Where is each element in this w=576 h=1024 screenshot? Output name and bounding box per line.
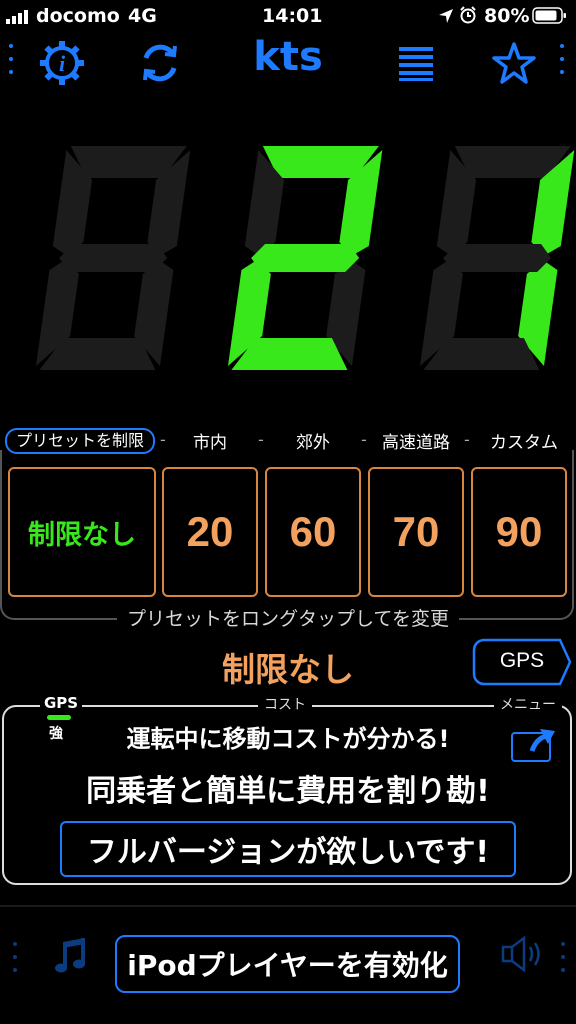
unit-title[interactable]: kts (238, 34, 338, 80)
preset-button-no-limit[interactable]: 制限なし (8, 467, 156, 597)
bottom-right-dots-icon[interactable] (560, 942, 566, 978)
speaker-icon[interactable] (500, 934, 546, 978)
right-menu-dots-icon[interactable] (559, 44, 565, 80)
network-type: 4G (128, 5, 157, 27)
speed-segment-g (443, 244, 552, 272)
cost-label: コスト (258, 694, 312, 714)
signal-icon (6, 7, 36, 29)
gps-button[interactable]: GPS (472, 638, 572, 686)
speed-display (35, 146, 575, 370)
speed-segment-g (251, 244, 360, 272)
separator: - (258, 430, 264, 449)
cost-promo-line2: 同乗者と簡単に費用を割り勘! (86, 774, 490, 809)
separator: - (361, 430, 367, 449)
gps-button-label: GPS (499, 649, 545, 672)
battery-percent: 80% (484, 5, 530, 27)
status-bar: docomo 4G 14:01 80% (0, 0, 576, 32)
left-menu-dots-icon[interactable] (8, 44, 14, 80)
preset-value: 20 (186, 508, 234, 555)
speed-digit (35, 146, 191, 370)
preset-value: 90 (495, 508, 543, 555)
svg-text:i: i (59, 51, 66, 76)
current-limit: 制限なし (222, 650, 354, 689)
preset-hint-text: プリセットをロングタップしてを変更 (116, 608, 460, 630)
preset-hint: プリセットをロングタップしてを変更 (0, 604, 576, 631)
full-version-button[interactable]: フルバージョンが欲しいです! (60, 821, 516, 877)
preset-value: 60 (289, 508, 337, 555)
preset-button-suburb[interactable]: 60 (265, 467, 361, 597)
bottom-left-dots-icon[interactable] (12, 942, 18, 978)
preset-button-city[interactable]: 20 (162, 467, 258, 597)
speed-segment-g (59, 244, 168, 272)
preset-value: 制限なし (28, 519, 136, 551)
battery-icon (532, 7, 568, 29)
music-note-icon[interactable] (54, 936, 88, 980)
menu-label: メニュー (494, 694, 562, 714)
refresh-icon[interactable] (132, 38, 188, 88)
gps-status-label: GPS (40, 694, 83, 712)
preset-button-custom[interactable]: 90 (471, 467, 567, 597)
ipod-player-button[interactable]: iPodプレイヤーを有効化 (115, 935, 460, 993)
cost-promo-line1: 運転中に移動コストが分かる! (126, 725, 450, 753)
speed-digit (419, 146, 575, 370)
alarm-icon (459, 6, 477, 29)
carrier-name: docomo (36, 5, 120, 27)
gear-info-icon[interactable]: i (34, 38, 90, 88)
preset-button-highway[interactable]: 70 (368, 467, 464, 597)
star-icon[interactable] (486, 38, 542, 88)
location-icon (438, 7, 454, 29)
clock: 14:01 (262, 5, 323, 27)
list-icon[interactable] (388, 38, 444, 88)
speed-digit (227, 146, 383, 370)
separator: - (464, 430, 470, 449)
preset-value: 70 (392, 508, 440, 555)
divider (0, 905, 576, 907)
